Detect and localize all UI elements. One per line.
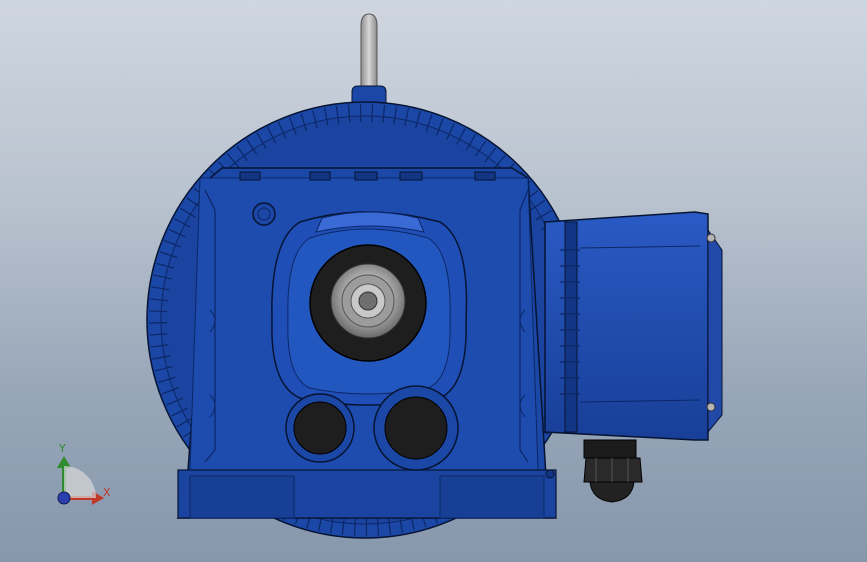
terminal-screw-icon [706, 402, 716, 412]
model-view[interactable] [0, 0, 867, 562]
triad-y-label: Y [59, 442, 66, 455]
vent-plug-icon [252, 202, 276, 226]
fin [371, 104, 374, 123]
lifting-eye[interactable] [351, 13, 387, 111]
3d-viewport[interactable]: Y X [0, 0, 867, 562]
hollow-shaft-bore[interactable] [309, 244, 427, 362]
terminal-screw-icon [706, 233, 716, 243]
axis-triad [57, 456, 104, 505]
terminal-box[interactable] [544, 211, 723, 441]
triad-x-label: X [103, 486, 111, 499]
fin [149, 310, 168, 313]
cable-gland[interactable] [583, 439, 643, 503]
